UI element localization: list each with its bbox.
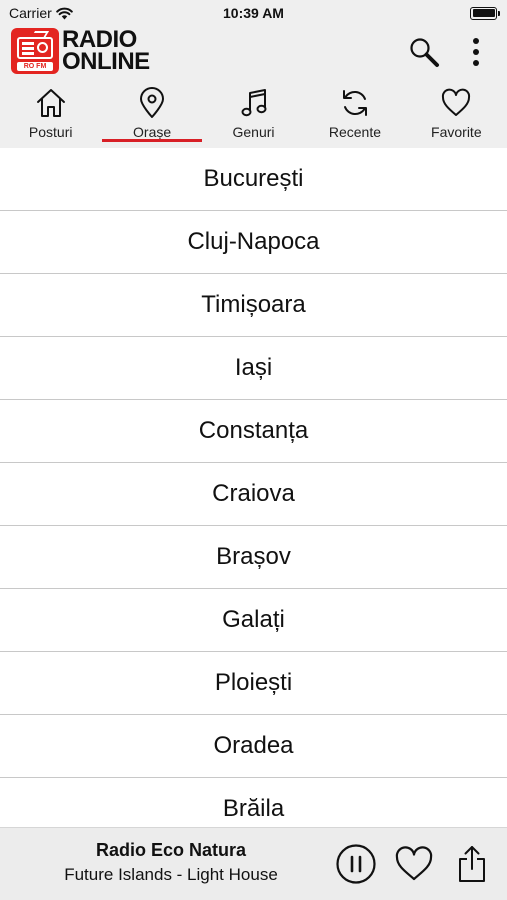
- share-button[interactable]: [449, 841, 495, 887]
- list-item[interactable]: Constanța: [0, 400, 507, 463]
- list-item[interactable]: Timișoara: [0, 274, 507, 337]
- station-name: Radio Eco Natura: [95, 840, 247, 860]
- pause-icon: [336, 844, 376, 884]
- heart-icon: [395, 846, 433, 881]
- tab-recente[interactable]: Recente: [304, 78, 405, 148]
- list-item[interactable]: Brăila: [0, 778, 507, 827]
- status-time: 10:39 AM: [223, 5, 284, 21]
- more-vertical-icon: [473, 38, 479, 66]
- carrier-label: Carrier: [9, 5, 52, 21]
- app-logo: RO FM RADIO ONLINE: [11, 28, 150, 74]
- refresh-icon: [342, 90, 367, 116]
- logo-line-2: ONLINE: [62, 48, 150, 75]
- tab-orase[interactable]: Orașe: [101, 78, 202, 148]
- heart-icon: [442, 88, 471, 116]
- app-header: RO FM RADIO ONLINE: [0, 26, 507, 78]
- list-item[interactable]: Ploiești: [0, 652, 507, 715]
- status-left: Carrier: [9, 5, 73, 21]
- radio-logo-icon: RO FM: [11, 28, 59, 74]
- wifi-icon: [55, 7, 73, 19]
- logo-bar: [22, 52, 34, 55]
- logo-text: RADIO ONLINE: [62, 28, 150, 75]
- logo-radio-body: [17, 37, 53, 59]
- share-icon: [459, 846, 485, 882]
- list-item[interactable]: Iași: [0, 337, 507, 400]
- search-button[interactable]: [406, 34, 442, 70]
- list-item[interactable]: București: [0, 148, 507, 211]
- location-pin-icon: [140, 87, 165, 118]
- now-playing[interactable]: Radio Eco Natura Future Islands - Light …: [0, 840, 342, 885]
- list-item[interactable]: Oradea: [0, 715, 507, 778]
- list-item[interactable]: Brașov: [0, 526, 507, 589]
- active-tab-indicator: [102, 139, 202, 142]
- tab-label: Orașe: [133, 124, 172, 140]
- search-icon: [410, 38, 439, 67]
- logo-bar: [22, 42, 34, 45]
- player-bar: Radio Eco Natura Future Islands - Light …: [0, 827, 507, 900]
- music-note-icon: [241, 89, 267, 117]
- tab-posturi[interactable]: Posturi: [0, 78, 101, 148]
- list-item[interactable]: Cluj-Napoca: [0, 211, 507, 274]
- more-options-button[interactable]: [458, 34, 494, 70]
- tab-favorite[interactable]: Favorite: [406, 78, 507, 148]
- tab-bar: Posturi Orașe Genuri Recente Favorite: [0, 78, 507, 148]
- tab-genuri[interactable]: Genuri: [203, 78, 304, 148]
- tab-label: Favorite: [431, 124, 482, 140]
- track-name: Future Islands - Light House: [64, 865, 278, 884]
- city-list[interactable]: București Cluj-Napoca Timișoara Iași Con…: [0, 148, 507, 827]
- pause-button[interactable]: [333, 841, 379, 887]
- tab-label: Recente: [328, 124, 381, 140]
- logo-speaker: [37, 42, 48, 53]
- tab-label: Posturi: [28, 124, 73, 140]
- logo-bar: [22, 47, 34, 50]
- list-item[interactable]: Galați: [0, 589, 507, 652]
- status-bar: Carrier 10:39 AM: [0, 0, 507, 26]
- home-icon: [36, 89, 65, 117]
- logo-subtext: RO FM: [17, 62, 53, 71]
- list-item[interactable]: Craiova: [0, 463, 507, 526]
- battery-icon: [470, 6, 500, 20]
- battery-level: [472, 9, 495, 17]
- tab-label: Genuri: [232, 124, 275, 140]
- favorite-button[interactable]: [391, 841, 437, 887]
